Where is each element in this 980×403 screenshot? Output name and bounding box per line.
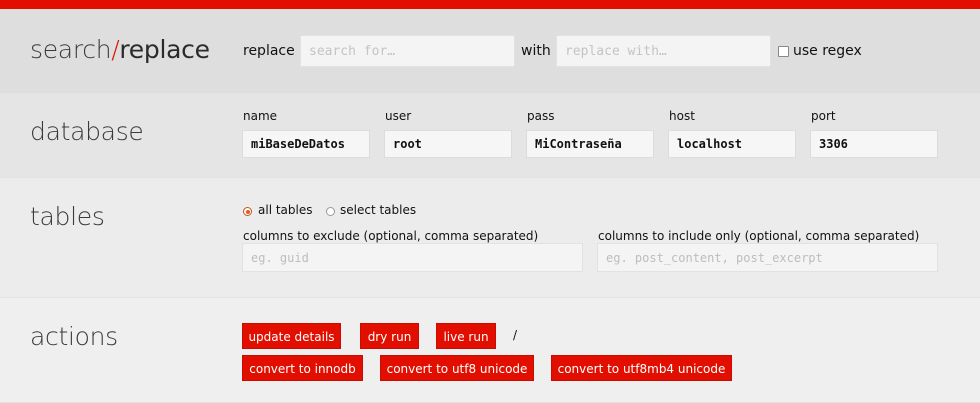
db-user-field[interactable]: root [384,130,512,158]
db-pass-field[interactable]: MiContraseña [526,130,654,158]
database-section: database name miBaseDeDatos user root pa… [0,94,980,178]
db-host-label: host [669,109,695,123]
db-port-field[interactable]: 3306 [810,130,938,158]
db-user-label: user [385,109,412,123]
select-tables-radio[interactable] [326,207,335,216]
replace-label: replace [243,43,295,59]
db-user-value: root [393,137,422,151]
tables-section: tables all tables select tables columns … [0,178,980,298]
db-host-field[interactable]: localhost [668,130,796,158]
update-details-button[interactable]: update details [242,323,341,349]
db-port-label: port [811,109,836,123]
db-pass-label: pass [527,109,555,123]
title-search-text: search [30,35,112,64]
section-title-search-replace: search/replace [30,35,210,64]
convert-utf8-button[interactable]: convert to utf8 unicode [380,355,534,381]
db-pass-value: MiContraseña [535,137,622,151]
top-accent-bar [0,0,980,9]
section-title-tables: tables [30,202,105,231]
title-replace-text: replace [119,35,210,64]
use-regex-label: use regex [793,43,862,59]
include-columns-label: columns to include only (optional, comma… [598,229,920,243]
all-tables-radio[interactable] [243,207,252,216]
search-replace-section: search/replace replace with use regex [0,9,980,94]
db-host-value: localhost [677,137,743,151]
db-name-field[interactable]: miBaseDeDatos [242,130,370,158]
actions-separator: / [513,328,518,342]
replace-with-input[interactable] [556,35,771,67]
with-label: with [521,43,551,59]
db-port-value: 3306 [819,137,848,151]
convert-innodb-button[interactable]: convert to innodb [242,355,363,381]
section-title-actions: actions [30,322,118,351]
db-name-value: miBaseDeDatos [251,137,345,151]
include-columns-input[interactable] [597,243,938,272]
all-tables-label: all tables [258,203,313,217]
actions-section: actions update details dry run live run … [0,298,980,403]
dry-run-button[interactable]: dry run [360,323,419,349]
live-run-button[interactable]: live run [436,323,496,349]
exclude-columns-label: columns to exclude (optional, comma sepa… [243,229,539,243]
db-name-label: name [243,109,278,123]
use-regex-checkbox[interactable] [778,46,789,57]
section-title-database: database [30,117,144,146]
convert-utf8mb4-button[interactable]: convert to utf8mb4 unicode [551,355,732,381]
exclude-columns-input[interactable] [242,243,583,272]
search-for-input[interactable] [300,35,515,67]
select-tables-label: select tables [340,203,417,217]
